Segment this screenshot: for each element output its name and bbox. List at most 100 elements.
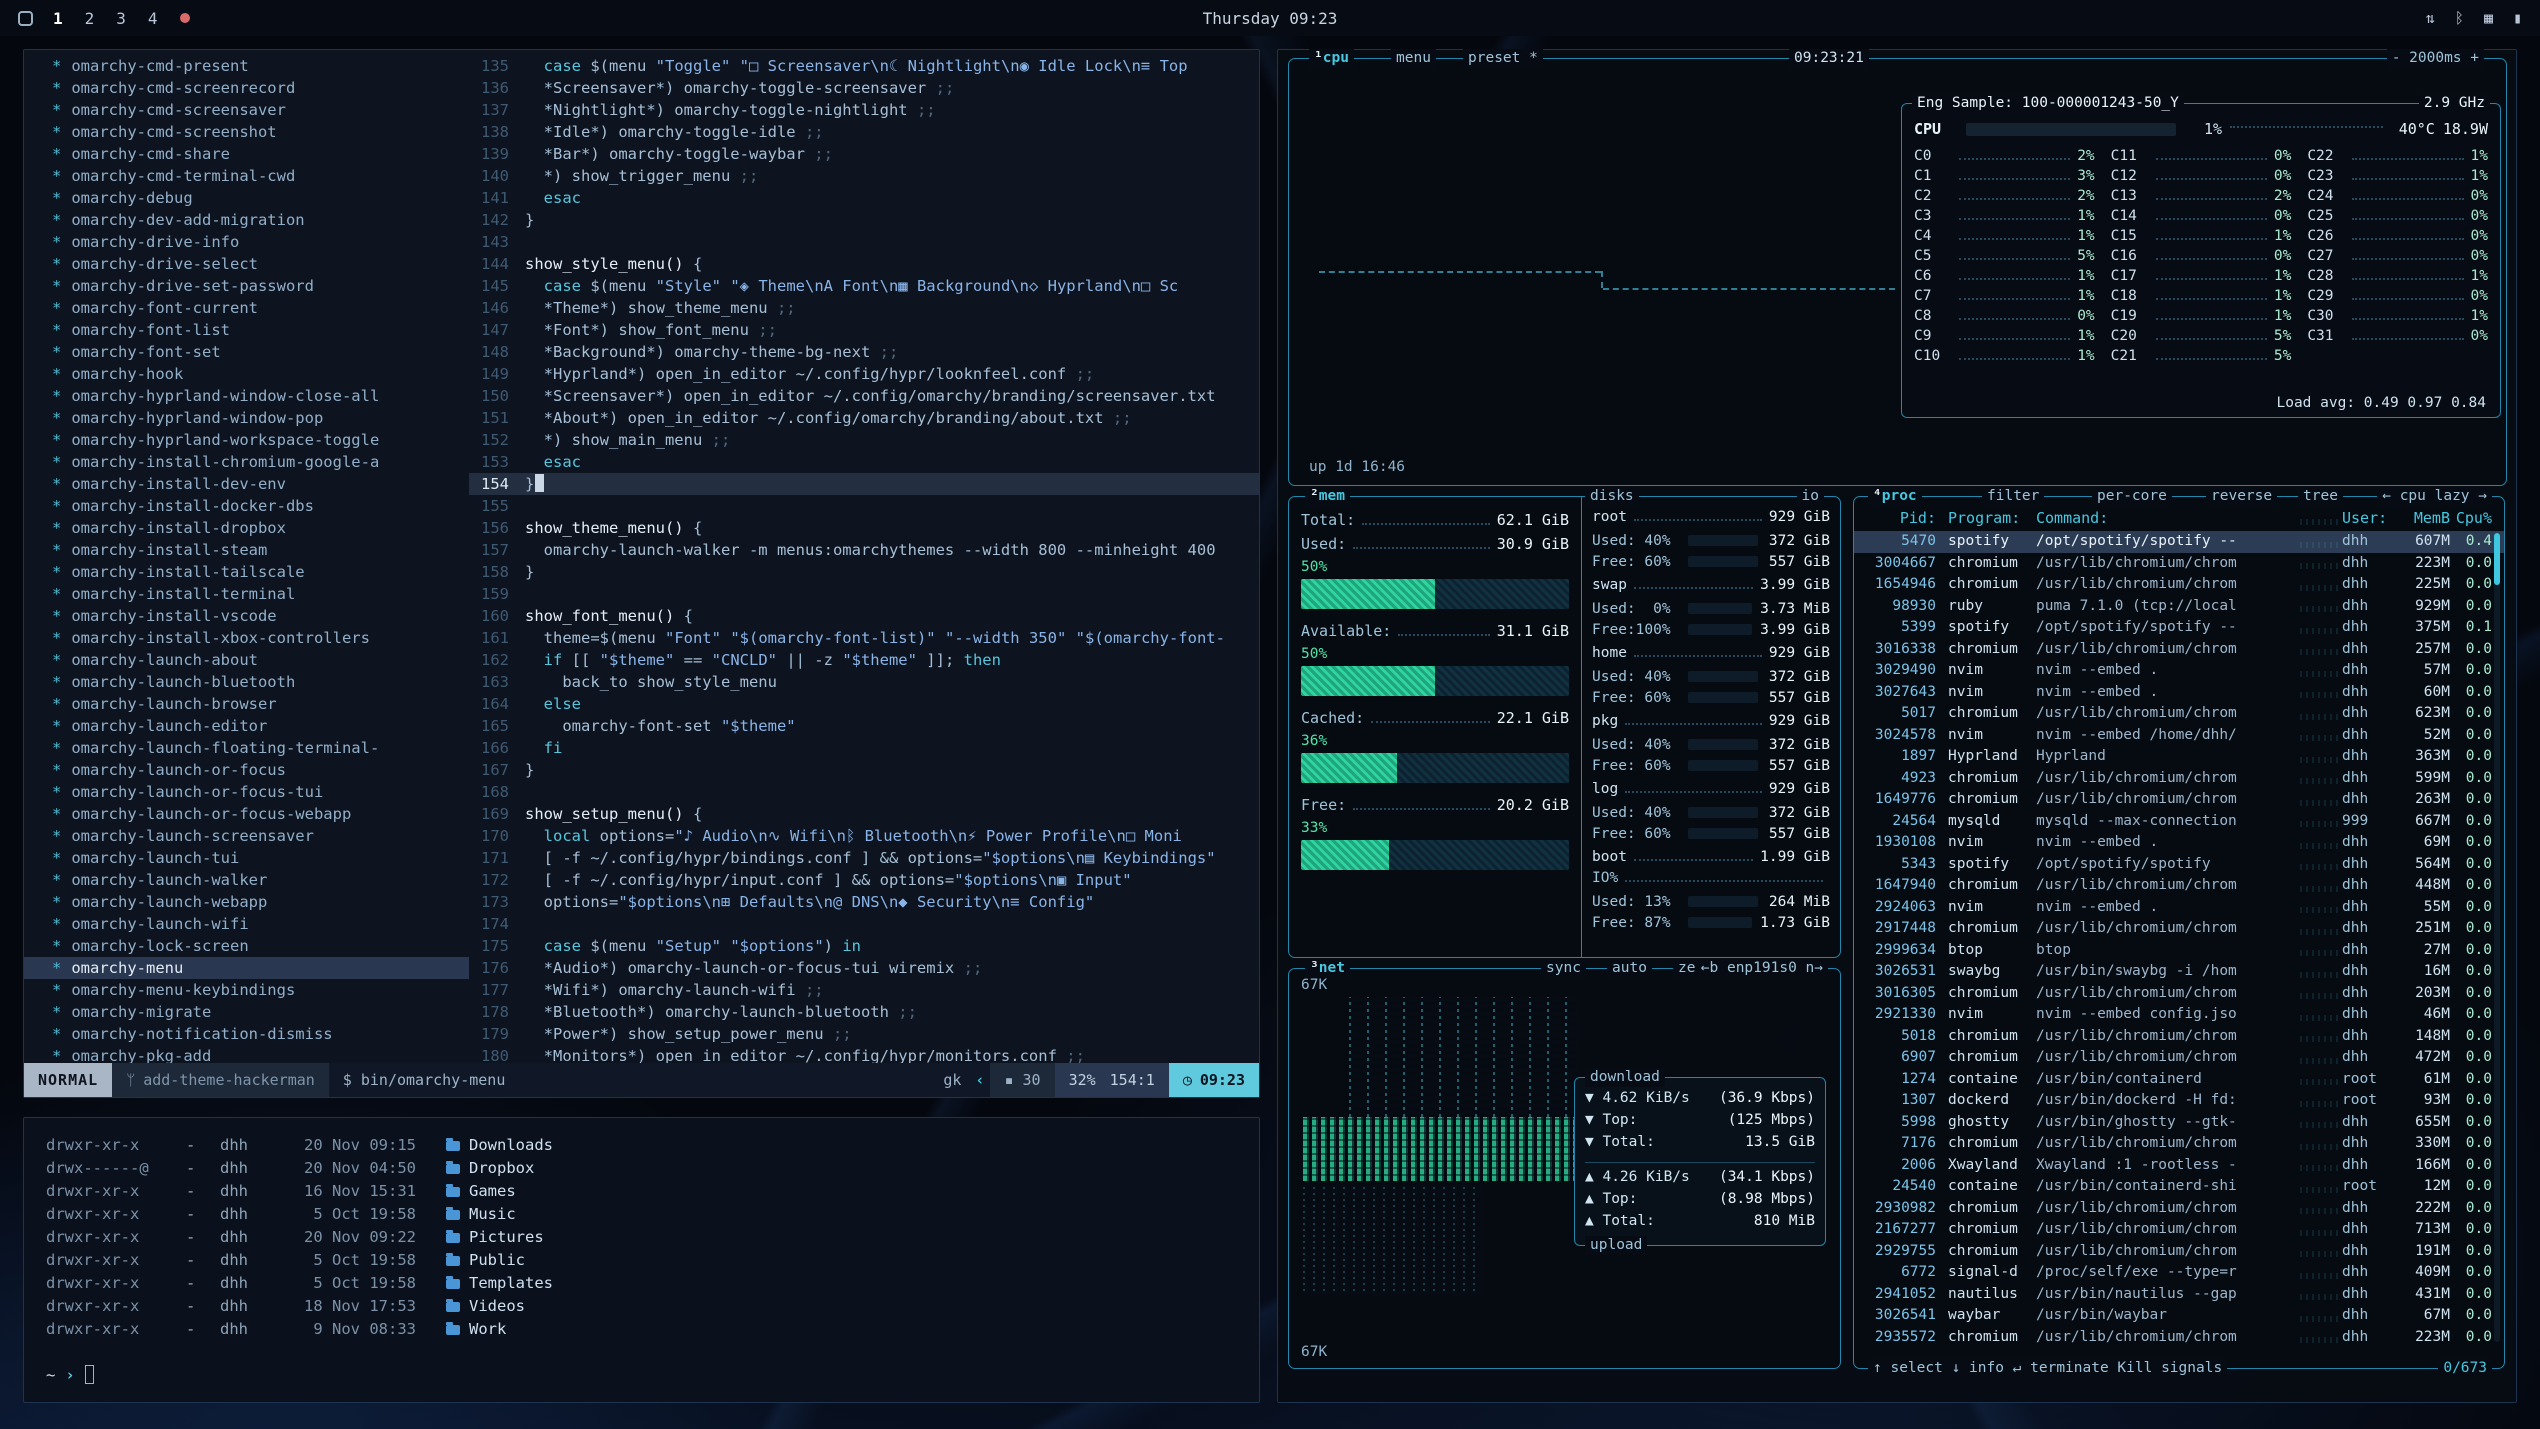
process-row[interactable]: 2006 Xwayland Xwayland :1 -rootless - dh…: [1854, 1155, 2504, 1177]
process-row[interactable]: 2167277 chromium /usr/lib/chromium/chrom…: [1854, 1219, 2504, 1241]
code-line[interactable]: 138 *Idle*) omarchy-toggle-idle ;;: [469, 121, 1259, 143]
process-row[interactable]: 1654946 chromium /usr/lib/chromium/chrom…: [1854, 574, 2504, 596]
process-row[interactable]: 2921330 nvim nvim --embed config.jso dhh…: [1854, 1004, 2504, 1026]
code-line[interactable]: 164 else: [469, 693, 1259, 715]
process-row[interactable]: 2917448 chromium /usr/lib/chromium/chrom…: [1854, 918, 2504, 940]
file-tree-item[interactable]: * omarchy-cmd-screenrecord: [24, 77, 469, 99]
net-interface-selector[interactable]: ←b enp191s0 n→: [1696, 959, 1828, 978]
code-line[interactable]: 153 esac: [469, 451, 1259, 473]
code-line[interactable]: 154 }: [469, 473, 1259, 495]
file-tree-item[interactable]: * omarchy-install-terminal: [24, 583, 469, 605]
code-line[interactable]: 148 *Background*) omarchy-theme-bg-next …: [469, 341, 1259, 363]
file-tree-item[interactable]: * omarchy-launch-wifi: [24, 913, 469, 935]
process-row[interactable]: 6907 chromium /usr/lib/chromium/chrom dh…: [1854, 1047, 2504, 1069]
file-tree-item[interactable]: * omarchy-launch-floating-terminal-: [24, 737, 469, 759]
battery-icon[interactable]: ▮: [2513, 9, 2522, 27]
code-line[interactable]: 167 }: [469, 759, 1259, 781]
code-line[interactable]: 156 show_theme_menu() {: [469, 517, 1259, 539]
process-row[interactable]: 2930982 chromium /usr/lib/chromium/chrom…: [1854, 1198, 2504, 1220]
code-line[interactable]: 170 local options="♪ Audio\n∿ Wifi\nᛒ Bl…: [469, 825, 1259, 847]
tree-toggle[interactable]: tree: [2298, 487, 2343, 506]
bluetooth-icon[interactable]: ᛒ: [2455, 9, 2464, 27]
process-row[interactable]: 3004667 chromium /usr/lib/chromium/chrom…: [1854, 553, 2504, 575]
file-tree-item[interactable]: * omarchy-install-xbox-controllers: [24, 627, 469, 649]
filter-button[interactable]: filter: [1982, 487, 2044, 506]
file-tree-item[interactable]: * omarchy-launch-about: [24, 649, 469, 671]
code-line[interactable]: 172 [ -f ~/.config/hypr/input.conf ] && …: [469, 869, 1259, 891]
file-tree-item[interactable]: * omarchy-cmd-terminal-cwd: [24, 165, 469, 187]
file-tree-item[interactable]: * omarchy-hyprland-window-close-all: [24, 385, 469, 407]
apps-icon[interactable]: ▦: [2484, 9, 2493, 27]
disks-tab[interactable]: disks: [1585, 487, 1639, 506]
process-row[interactable]: 5399 spotify /opt/spotify/spotify -- dhh…: [1854, 617, 2504, 639]
update-interval-control[interactable]: - 2000ms +: [2387, 49, 2484, 68]
code-line[interactable]: 150 *Screensaver*) open_in_editor ~/.con…: [469, 385, 1259, 407]
file-tree-item[interactable]: * omarchy-dev-add-migration: [24, 209, 469, 231]
workspace-button[interactable]: 2: [85, 9, 95, 28]
preset-button[interactable]: preset *: [1463, 49, 1543, 68]
file-tree-item[interactable]: * omarchy-cmd-screensaver: [24, 99, 469, 121]
code-line[interactable]: 180 *Monitors*) open_in_editor ~/.config…: [469, 1045, 1259, 1063]
file-tree-item[interactable]: * omarchy-install-vscode: [24, 605, 469, 627]
workspace-button[interactable]: 1: [53, 9, 63, 28]
process-row[interactable]: 2935572 chromium /usr/lib/chromium/chrom…: [1854, 1327, 2504, 1349]
code-line[interactable]: 179 *Power*) show_setup_power_menu ;;: [469, 1023, 1259, 1045]
process-scrollbar[interactable]: [2494, 533, 2500, 1342]
code-line[interactable]: 142 }: [469, 209, 1259, 231]
io-tab[interactable]: io: [1797, 487, 1824, 506]
process-row[interactable]: 1930108 nvim nvim --embed . dhh 69M 0.0: [1854, 832, 2504, 854]
code-line[interactable]: 169 show_setup_menu() {: [469, 803, 1259, 825]
code-line[interactable]: 173 options="$options\n⊞ Defaults\n@ DNS…: [469, 891, 1259, 913]
file-tree-item[interactable]: * omarchy-launch-or-focus: [24, 759, 469, 781]
code-line[interactable]: 135 case $(menu "Toggle" "□ Screensaver\…: [469, 55, 1259, 77]
code-line[interactable]: 159: [469, 583, 1259, 605]
code-line[interactable]: 145 case $(menu "Style" "◈ Theme\nA Font…: [469, 275, 1259, 297]
code-line[interactable]: 163 back_to show_style_menu: [469, 671, 1259, 693]
process-row[interactable]: 2924063 nvim nvim --embed . dhh 55M 0.0: [1854, 897, 2504, 919]
file-tree-item[interactable]: * omarchy-launch-editor: [24, 715, 469, 737]
shell-prompt[interactable]: ~ ›: [46, 1365, 1237, 1384]
code-line[interactable]: 152 *) show_main_menu ;;: [469, 429, 1259, 451]
code-line[interactable]: 176 *Audio*) omarchy-launch-or-focus-tui…: [469, 957, 1259, 979]
sort-column-selector[interactable]: ← cpu lazy →: [2377, 487, 2492, 506]
file-tree-item[interactable]: * omarchy-launch-webapp: [24, 891, 469, 913]
code-line[interactable]: 137 *Nightlight*) omarchy-toggle-nightli…: [469, 99, 1259, 121]
process-row[interactable]: 7176 chromium /usr/lib/chromium/chrom dh…: [1854, 1133, 2504, 1155]
workspace-button[interactable]: 3: [116, 9, 126, 28]
process-row[interactable]: 3027643 nvim nvim --embed . dhh 60M 0.0: [1854, 682, 2504, 704]
file-tree-item[interactable]: * omarchy-install-chromium-google-a: [24, 451, 469, 473]
code-line[interactable]: 175 case $(menu "Setup" "$options") in: [469, 935, 1259, 957]
code-line[interactable]: 144 show_style_menu() {: [469, 253, 1259, 275]
code-line[interactable]: 171 [ -f ~/.config/hypr/bindings.conf ] …: [469, 847, 1259, 869]
file-tree-item[interactable]: * omarchy-drive-select: [24, 253, 469, 275]
code-line[interactable]: 166 fi: [469, 737, 1259, 759]
reverse-toggle[interactable]: reverse: [2206, 487, 2277, 506]
file-tree-item[interactable]: * omarchy-launch-or-focus-tui: [24, 781, 469, 803]
file-tree-item[interactable]: * omarchy-hyprland-window-pop: [24, 407, 469, 429]
program-header[interactable]: Program:: [1936, 505, 2036, 531]
code-line[interactable]: 168: [469, 781, 1259, 803]
file-tree-item[interactable]: * omarchy-cmd-share: [24, 143, 469, 165]
code-line[interactable]: 161 theme=$(menu "Font" "$(omarchy-font-…: [469, 627, 1259, 649]
process-row[interactable]: 6772 signal-d /proc/self/exe --type=r dh…: [1854, 1262, 2504, 1284]
file-tree-item[interactable]: * omarchy-launch-bluetooth: [24, 671, 469, 693]
file-tree-item[interactable]: * omarchy-launch-screensaver: [24, 825, 469, 847]
code-line[interactable]: 147 *Font*) show_font_menu ;;: [469, 319, 1259, 341]
process-row[interactable]: 4923 chromium /usr/lib/chromium/chrom dh…: [1854, 768, 2504, 790]
file-tree-item[interactable]: * omarchy-font-list: [24, 319, 469, 341]
process-row[interactable]: 2929755 chromium /usr/lib/chromium/chrom…: [1854, 1241, 2504, 1263]
code-line[interactable]: 177 *Wifi*) omarchy-launch-wifi ;;: [469, 979, 1259, 1001]
file-tree-item[interactable]: * omarchy-launch-walker: [24, 869, 469, 891]
process-actions[interactable]: ↑ select ↓ info ↵ terminate Kill signals: [1868, 1359, 2227, 1378]
scrollbar-thumb[interactable]: [2494, 533, 2500, 585]
process-row[interactable]: 2999634 btop btop dhh 27M 0.0: [1854, 940, 2504, 962]
file-tree-item[interactable]: * omarchy-notification-dismiss: [24, 1023, 469, 1045]
file-tree-item[interactable]: * omarchy-menu: [24, 957, 469, 979]
file-tree-item[interactable]: * omarchy-migrate: [24, 1001, 469, 1023]
file-tree-item[interactable]: * omarchy-hyprland-workspace-toggle: [24, 429, 469, 451]
file-tree-item[interactable]: * omarchy-cmd-present: [24, 55, 469, 77]
pid-header[interactable]: Pid:: [1854, 505, 1936, 531]
process-row[interactable]: 24564 mysqld mysqld --max-connection 999…: [1854, 811, 2504, 833]
code-line[interactable]: 165 omarchy-font-set "$theme": [469, 715, 1259, 737]
process-row[interactable]: 5470 spotify /opt/spotify/spotify -- dhh…: [1854, 531, 2504, 553]
